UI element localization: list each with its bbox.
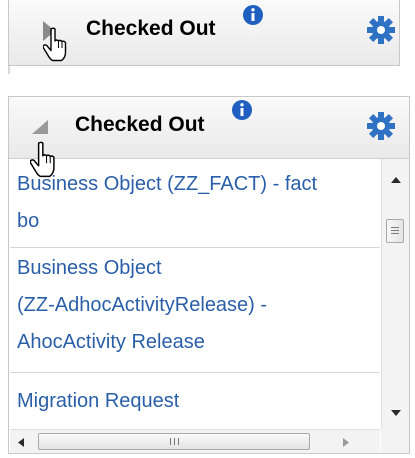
info-icon[interactable] (231, 99, 253, 121)
list-item-line: AhocActivity Release (17, 331, 205, 353)
scroll-right-arrow-icon[interactable] (342, 437, 350, 448)
scroll-left-arrow-icon[interactable] (17, 437, 25, 448)
list-item-line: Business Object (ZZ_FACT) - fact (17, 173, 318, 195)
list-item-line: bo (17, 210, 40, 232)
scrollbar-corner (381, 429, 409, 453)
panel-title: Checked Out (75, 113, 205, 136)
list-item[interactable]: Migration Request (10, 373, 380, 429)
expanded-panel: Checked Out Business Object (ZZ_FACT) - … (8, 96, 410, 454)
scroll-down-arrow-icon[interactable] (390, 409, 402, 417)
list-item-line: Business Object (17, 257, 162, 279)
horizontal-scroll-thumb[interactable] (38, 433, 310, 450)
gear-icon[interactable] (366, 111, 396, 141)
vertical-scrollbar[interactable] (381, 159, 409, 429)
list-item-line: Migration Request (17, 390, 180, 412)
list-item[interactable]: Business Object (ZZ-AdhocActivityRelease… (10, 248, 380, 373)
list-item[interactable]: Business Object (ZZ_FACT) - fact bo (10, 159, 380, 248)
triangle-down-icon[interactable] (31, 119, 49, 135)
panel-title: Checked Out (86, 17, 216, 40)
vertical-scroll-thumb[interactable] (386, 219, 404, 243)
horizontal-scrollbar[interactable] (10, 429, 380, 453)
info-icon[interactable] (242, 4, 264, 26)
expanded-panel-header[interactable]: Checked Out (9, 97, 409, 159)
collapsed-panel-header[interactable]: Checked Out (8, 0, 400, 66)
scroll-up-arrow-icon[interactable] (390, 176, 402, 184)
list-item-line: (ZZ-AdhocActivityRelease) - (17, 294, 268, 316)
gear-icon[interactable] (366, 15, 396, 45)
checked-out-list: Business Object (ZZ_FACT) - fact bo Busi… (10, 159, 380, 429)
triangle-right-icon[interactable] (42, 20, 56, 42)
